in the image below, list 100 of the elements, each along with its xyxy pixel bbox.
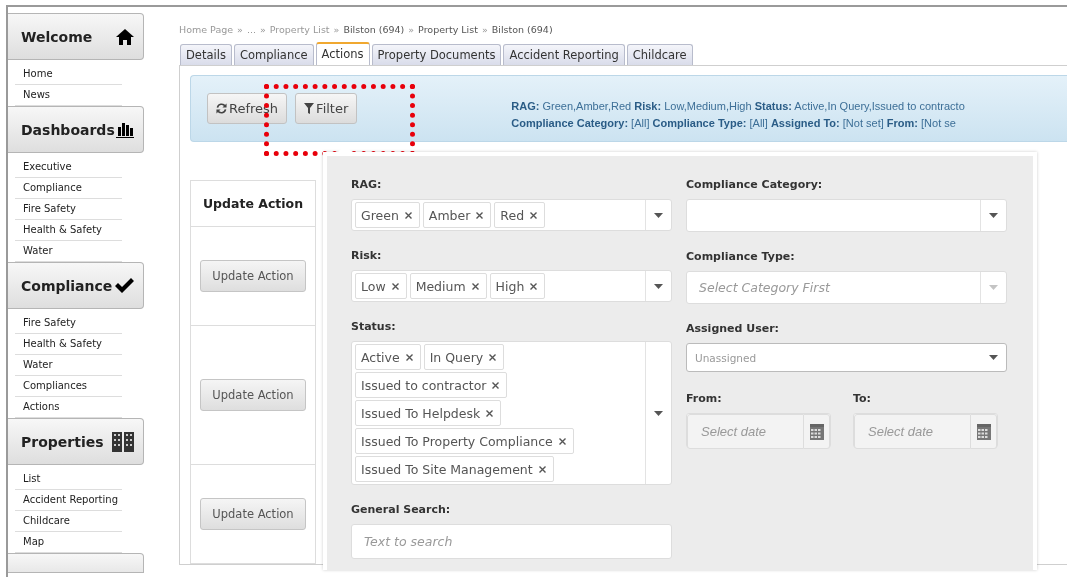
tag-label: Active bbox=[361, 349, 400, 365]
calendar-icon bbox=[976, 423, 991, 440]
sidebar-item[interactable]: Accident Reporting bbox=[15, 490, 122, 511]
field-label: Risk: bbox=[351, 249, 383, 262]
breadcrumb-separator: » bbox=[237, 24, 243, 35]
tag-label: Issued To Site Management bbox=[361, 461, 533, 477]
sidebar-item[interactable]: Health & Safety bbox=[15, 220, 122, 241]
breadcrumb-separator: » bbox=[481, 24, 488, 35]
breadcrumb-link[interactable]: Bilston (694) bbox=[491, 24, 553, 35]
refresh-button[interactable]: Refresh bbox=[207, 93, 288, 124]
remove-icon[interactable] bbox=[486, 409, 494, 417]
section-title: Dashboards bbox=[21, 121, 115, 138]
checkmark-icon bbox=[115, 278, 134, 293]
remove-icon[interactable] bbox=[530, 282, 538, 290]
remove-icon[interactable] bbox=[558, 437, 566, 445]
remove-icon[interactable] bbox=[492, 381, 500, 389]
remove-icon[interactable] bbox=[405, 353, 413, 361]
multi-select-field[interactable]: Active In Query Issued to contractor Issued To Helpdesk Issued To Property Compliance Issued To Site Management bbox=[351, 341, 672, 485]
sidebar-section-header[interactable]: Properties bbox=[8, 418, 144, 465]
remove-icon[interactable] bbox=[476, 211, 484, 219]
column-header: Update Action bbox=[191, 181, 315, 227]
sidebar-item[interactable]: Childcare bbox=[15, 511, 122, 532]
breadcrumb-separator: » bbox=[259, 24, 266, 35]
refresh-icon bbox=[216, 103, 227, 114]
filter-summary: RAG: Green,Amber,Red Risk: Low,Medium,High Status: Active,In Query,Issued to contracto bbox=[511, 99, 965, 114]
tag-label: Amber bbox=[428, 207, 471, 223]
multi-select-field[interactable]: Green Amber Red bbox=[351, 199, 672, 231]
tag-label: In Query bbox=[429, 349, 484, 365]
remove-icon[interactable] bbox=[489, 353, 497, 361]
tag-label: Issued to contractor bbox=[361, 377, 487, 393]
sidebar-item[interactable]: Water bbox=[15, 355, 122, 376]
sidebar-section-header[interactable]: Welcome bbox=[8, 13, 144, 60]
field-label: Compliance Category: bbox=[686, 178, 824, 191]
tag-label: Issued To Helpdesk bbox=[361, 405, 481, 421]
update-action-button[interactable]: Update Action bbox=[200, 379, 306, 411]
tab[interactable]: Compliance bbox=[233, 44, 314, 65]
sidebar-item[interactable]: Fire Safety bbox=[15, 199, 122, 220]
caret-down-icon bbox=[989, 355, 998, 360]
sidebar-item[interactable]: Compliance bbox=[15, 178, 122, 199]
tab[interactable]: Childcare bbox=[626, 44, 693, 65]
home-icon bbox=[116, 28, 134, 45]
sidebar-section-header[interactable]: Dashboards bbox=[8, 106, 144, 153]
tag-label: Red bbox=[500, 207, 525, 223]
tag-label: Issued To Property Compliance bbox=[361, 433, 553, 449]
tab[interactable]: Accident Reporting bbox=[503, 44, 625, 65]
update-action-button[interactable]: Update Action bbox=[200, 260, 306, 292]
field-label: General Search: bbox=[351, 503, 452, 516]
section-title: Properties bbox=[21, 433, 104, 450]
sidebar-item[interactable]: Executive bbox=[15, 157, 122, 178]
remove-icon[interactable] bbox=[538, 465, 546, 473]
field-label: To: bbox=[853, 392, 872, 405]
date-field[interactable]: Select date bbox=[687, 414, 804, 449]
tag-label: Green bbox=[361, 207, 399, 223]
calendar-button[interactable] bbox=[971, 414, 997, 449]
section-title: Welcome bbox=[21, 28, 93, 45]
breadcrumb-separator: » bbox=[408, 24, 415, 35]
sidebar-item[interactable]: Health & Safety bbox=[15, 334, 122, 355]
tag-label: Low bbox=[361, 278, 386, 294]
tag-label: Medium bbox=[415, 278, 466, 294]
section-title: Compliance bbox=[21, 277, 113, 294]
field-label: Status: bbox=[351, 320, 397, 333]
sidebar-section-header[interactable]: Compliance bbox=[8, 262, 144, 309]
sidebar-item[interactable]: Compliances bbox=[15, 376, 122, 397]
multi-select-field[interactable]: Low Medium High bbox=[351, 270, 672, 302]
sidebar-item[interactable]: Fire Safety bbox=[15, 313, 122, 334]
field-label: Assigned User: bbox=[686, 322, 780, 335]
breadcrumb-link[interactable]: Bilston (694) bbox=[343, 24, 405, 35]
caret-down-icon bbox=[654, 410, 663, 416]
calendar-icon bbox=[809, 423, 824, 440]
dropdown-placeholder: Select Category First bbox=[698, 279, 832, 297]
update-action-button[interactable]: Update Action bbox=[200, 498, 306, 530]
bar-chart-icon bbox=[116, 121, 134, 138]
remove-icon[interactable] bbox=[391, 282, 399, 290]
breadcrumb-separator: » bbox=[333, 24, 340, 35]
search-field[interactable]: Text to search bbox=[351, 524, 672, 559]
calendar-button[interactable] bbox=[804, 414, 830, 449]
dropdown-field[interactable] bbox=[686, 199, 1007, 232]
sidebar-item[interactable]: Home bbox=[15, 64, 122, 85]
breadcrumb-link[interactable]: Property List bbox=[418, 24, 478, 35]
field-label: Compliance Type: bbox=[686, 250, 796, 263]
remove-icon[interactable] bbox=[530, 211, 538, 219]
tab[interactable]: Details bbox=[180, 44, 232, 65]
sidebar-item[interactable]: List bbox=[15, 469, 122, 490]
filter-button[interactable]: Filter bbox=[295, 93, 358, 124]
caret-down-icon bbox=[654, 212, 663, 218]
tab[interactable]: Property Documents bbox=[371, 44, 502, 65]
date-field[interactable]: Select date bbox=[854, 414, 971, 449]
tag-label: High bbox=[495, 278, 525, 294]
dropdown-placeholder: Unassigned bbox=[694, 350, 758, 366]
tab[interactable]: Actions bbox=[315, 42, 370, 65]
filter-summary: Compliance Category: [All] Compliance Type: [All] Assigned To: [Not set] From: [Not se bbox=[511, 116, 957, 131]
caret-down-icon bbox=[654, 283, 663, 289]
remove-icon[interactable] bbox=[404, 211, 412, 219]
field-label: From: bbox=[686, 392, 723, 405]
caret-down-icon bbox=[989, 285, 998, 290]
field-label: RAG: bbox=[351, 178, 383, 191]
caret-down-icon bbox=[989, 213, 998, 218]
filter-icon bbox=[304, 103, 315, 114]
remove-icon[interactable] bbox=[471, 282, 479, 290]
building-icon bbox=[112, 431, 134, 452]
